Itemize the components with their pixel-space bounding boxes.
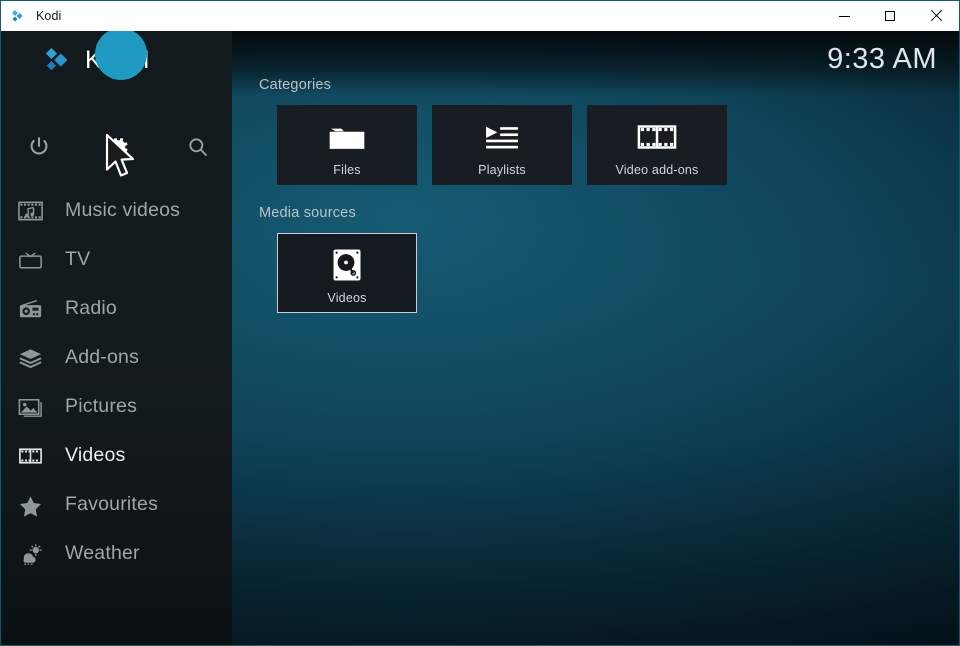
- power-button[interactable]: [16, 124, 62, 170]
- sidebar-item-label: Favourites: [65, 493, 159, 515]
- settings-button[interactable]: [95, 124, 141, 170]
- sidebar-item-label: Videos: [65, 444, 126, 466]
- kodi-window: Kodi KODI: [0, 0, 960, 646]
- media-sources-heading: Media sources: [259, 205, 356, 221]
- search-button[interactable]: [175, 124, 221, 170]
- window-title: Kodi: [36, 9, 62, 23]
- maximize-button[interactable]: [867, 1, 913, 31]
- sidebar-item-label: Weather: [65, 542, 140, 564]
- sidebar-item-music-videos[interactable]: Music videos: [1, 186, 232, 235]
- sidebar-item-add-ons[interactable]: Add-ons: [1, 333, 232, 382]
- maximize-icon: [885, 11, 895, 21]
- sidebar-item-radio[interactable]: Radio: [1, 284, 232, 333]
- power-icon: [30, 137, 48, 155]
- film-strip-icon: [13, 441, 47, 471]
- clock: 9:33 AM: [827, 43, 937, 75]
- addons-box-icon: [13, 343, 47, 373]
- quick-action-bar: [1, 124, 232, 170]
- sidebar-item-pictures[interactable]: Pictures: [1, 382, 232, 431]
- sidebar-item-tv[interactable]: TV: [1, 235, 232, 284]
- star-icon: [13, 490, 47, 520]
- search-icon: [189, 138, 207, 156]
- sidebar-item-label: Pictures: [65, 395, 138, 417]
- sidebar-item-label: Radio: [65, 297, 117, 319]
- gear-icon: [109, 138, 128, 156]
- sidebar-item-weather[interactable]: Weather: [1, 529, 232, 578]
- tv-icon: [13, 245, 47, 275]
- picture-icon: [13, 392, 47, 422]
- sidebar-item-favourites[interactable]: Favourites: [1, 480, 232, 529]
- close-icon: [930, 10, 942, 22]
- sidebar-item-videos[interactable]: Videos: [1, 431, 232, 480]
- minimize-button[interactable]: [821, 1, 867, 31]
- minimize-icon: [838, 15, 850, 17]
- close-button[interactable]: [913, 1, 959, 31]
- radio-icon: [13, 294, 47, 324]
- kodi-logo-icon: [10, 8, 26, 24]
- window-titlebar: Kodi: [1, 1, 959, 31]
- sidebar-menu: Music videos TV Radio Add-ons Pictures V…: [1, 186, 232, 578]
- music-video-icon: [13, 196, 47, 226]
- sidebar: KODI: [1, 31, 232, 645]
- sidebar-item-label: Add-ons: [65, 346, 140, 368]
- kodi-app-surface: KODI: [1, 31, 959, 645]
- sidebar-item-label: TV: [65, 248, 91, 270]
- sidebar-item-label: Music videos: [65, 199, 181, 221]
- kodi-logo-icon: [43, 45, 73, 75]
- content-area: 9:33 AM Categories Media sources: [232, 31, 959, 645]
- categories-heading: Categories: [259, 77, 332, 93]
- weather-icon: [13, 539, 47, 569]
